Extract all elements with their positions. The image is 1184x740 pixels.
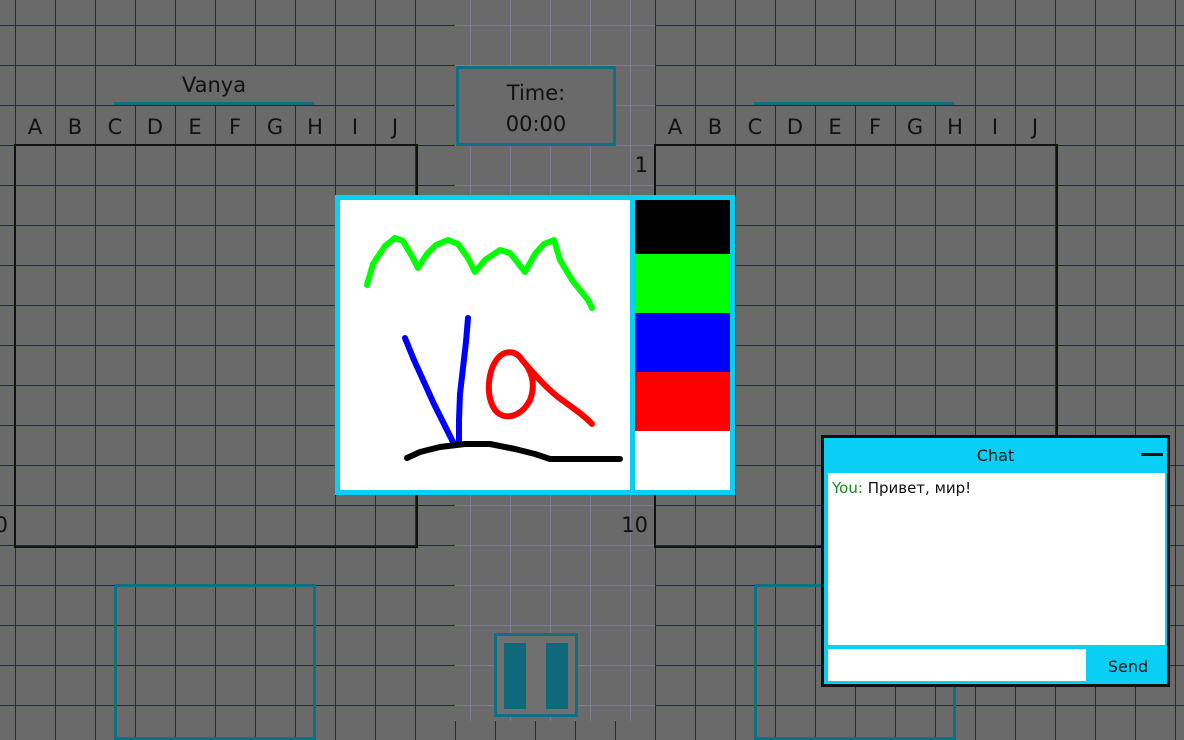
pause-icon <box>504 643 526 709</box>
minimize-icon[interactable] <box>1141 453 1163 456</box>
col-label: E <box>188 115 202 139</box>
col-label: G <box>906 115 924 139</box>
col-label: C <box>107 115 123 139</box>
timer-label: Time: <box>506 81 566 105</box>
col-label: F <box>868 115 882 139</box>
chat-log: You: Привет, мир! <box>828 473 1165 645</box>
col-label: A <box>667 115 683 139</box>
chat-message-text: Привет, мир! <box>862 479 972 497</box>
black-stroke <box>404 441 623 462</box>
col-label: B <box>67 115 83 139</box>
color-palette <box>635 200 730 490</box>
col-label: I <box>351 115 359 139</box>
right-player-name <box>754 66 954 105</box>
swatch-red[interactable] <box>635 372 730 431</box>
blue-stroke-right <box>456 315 471 445</box>
swatch-blue[interactable] <box>635 313 730 372</box>
chat-message-user: You <box>832 479 858 497</box>
pause-icon <box>546 643 568 709</box>
col-label: H <box>947 115 963 139</box>
col-label: E <box>828 115 842 139</box>
left-row-label-10: 0 <box>0 513 8 537</box>
col-label: H <box>307 115 323 139</box>
chat-title: Chat <box>976 446 1015 465</box>
col-label: B <box>707 115 723 139</box>
chat-window: Chat You: Привет, мир! Send <box>821 435 1170 687</box>
chat-input[interactable] <box>828 649 1086 681</box>
chat-message: You: Привет, мир! <box>832 479 1161 497</box>
timer-panel: Time: 00:00 <box>456 66 616 146</box>
left-ships-panel <box>114 584 316 740</box>
col-label: C <box>747 115 763 139</box>
swatch-white[interactable] <box>635 431 730 490</box>
green-stroke <box>364 235 595 311</box>
timer-value: 00:00 <box>505 112 567 136</box>
col-label: J <box>1031 115 1039 139</box>
right-row-label-1: 1 <box>634 153 648 177</box>
col-label: I <box>991 115 999 139</box>
pause-button[interactable] <box>494 633 578 717</box>
col-label: G <box>266 115 284 139</box>
swatch-black[interactable] <box>635 200 730 254</box>
col-label: A <box>27 115 43 139</box>
drawing-strokes <box>364 235 623 462</box>
col-label: D <box>146 115 164 139</box>
col-label: F <box>228 115 242 139</box>
blue-stroke-left <box>402 335 456 445</box>
swatch-green[interactable] <box>635 254 730 313</box>
col-label: D <box>786 115 804 139</box>
right-row-label-10: 10 <box>621 513 648 537</box>
col-label: J <box>391 115 399 139</box>
send-button[interactable]: Send <box>1089 649 1167 681</box>
red-stroke <box>485 349 595 427</box>
drawing-canvas[interactable] <box>340 200 630 490</box>
paint-panel <box>335 195 735 495</box>
chat-header: Chat <box>824 438 1167 470</box>
left-player-name: Vanya <box>114 66 314 105</box>
